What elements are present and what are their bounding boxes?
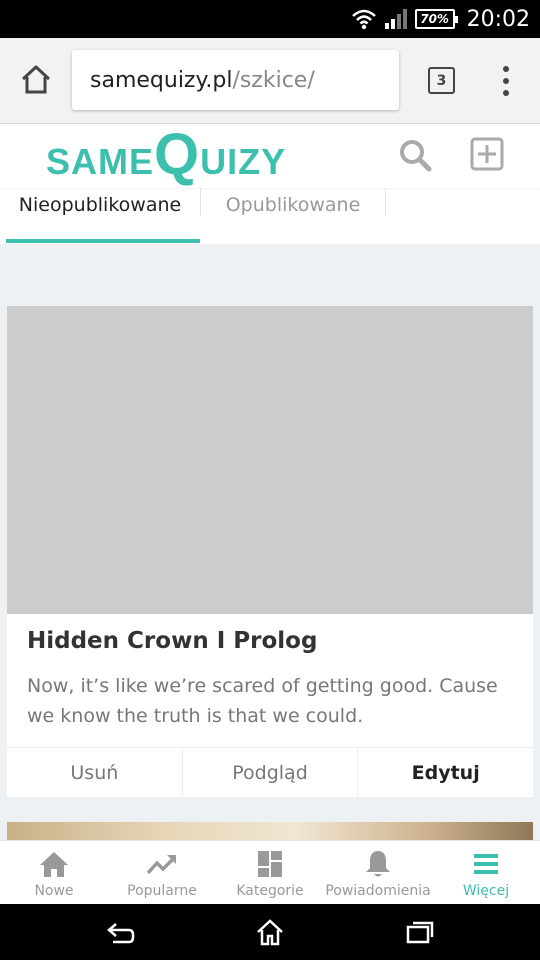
bell-icon <box>366 851 390 877</box>
status-bar: 70% 20:02 <box>0 0 540 38</box>
edit-button[interactable]: Edytuj <box>357 748 533 797</box>
nav-categories[interactable]: Kategorie <box>216 841 324 904</box>
url-host: samequizy.pl <box>90 67 233 93</box>
nav-popular-label: Popularne <box>127 883 197 899</box>
grid-icon <box>258 851 282 877</box>
card-title[interactable]: Hidden Crown I Prolog <box>27 628 317 654</box>
logo-same: SAME <box>46 141 155 182</box>
add-quiz-icon[interactable] <box>470 137 504 171</box>
card-actions: Usuń Podgląd Edytuj <box>7 747 533 797</box>
home-icon <box>40 852 68 877</box>
tab-switcher-button[interactable]: 3 <box>428 67 455 94</box>
back-icon[interactable] <box>105 918 135 946</box>
signal-icon <box>384 9 407 29</box>
nav-popular[interactable]: Popularne <box>108 841 216 904</box>
nav-more-label: Więcej <box>462 883 510 899</box>
samequizy-logo[interactable]: SAME Q UIZY <box>46 126 286 186</box>
preview-button[interactable]: Podgląd <box>181 748 358 797</box>
nav-notifications-label: Powiadomienia <box>325 883 431 899</box>
status-icons: 70% 20:02 <box>351 0 530 38</box>
nav-new-label: Nowe <box>34 883 74 899</box>
bottom-navigation: Nowe Popularne Kategorie Powiadomienia W… <box>0 840 540 904</box>
card-image-placeholder[interactable] <box>7 306 533 614</box>
nav-new[interactable]: Nowe <box>0 841 108 904</box>
search-icon[interactable] <box>398 138 432 172</box>
battery-indicator: 70% <box>414 9 458 29</box>
trending-icon <box>146 855 177 875</box>
browser-toolbar: samequizy.pl/szkice/ 3 <box>0 38 540 124</box>
delete-button[interactable]: Usuń <box>7 748 182 797</box>
card-description: Now, it’s like we’re scared of getting g… <box>27 675 498 727</box>
hamburger-icon <box>474 854 498 874</box>
site-header: SAME Q UIZY <box>0 124 540 188</box>
logo-uizy: UIZY <box>200 141 287 182</box>
draft-card: Hidden Crown I Prolog Now, it’s like we’… <box>7 306 533 797</box>
active-tab-indicator <box>6 239 200 243</box>
logo-q: Q <box>154 122 201 187</box>
clock: 20:02 <box>466 6 530 32</box>
android-navigation-bar <box>0 904 540 960</box>
browser-home-icon[interactable] <box>18 62 54 98</box>
nav-notifications[interactable]: Powiadomienia <box>324 841 432 904</box>
android-home-icon[interactable] <box>255 918 285 946</box>
url-bar[interactable]: samequizy.pl/szkice/ <box>72 50 399 110</box>
nav-more[interactable]: Więcej <box>432 841 540 904</box>
overflow-menu-icon[interactable] <box>500 66 512 96</box>
recent-apps-icon[interactable] <box>405 918 435 946</box>
wifi-icon <box>351 9 376 30</box>
nav-categories-label: Kategorie <box>236 883 304 899</box>
url-path: /szkice/ <box>232 67 315 93</box>
